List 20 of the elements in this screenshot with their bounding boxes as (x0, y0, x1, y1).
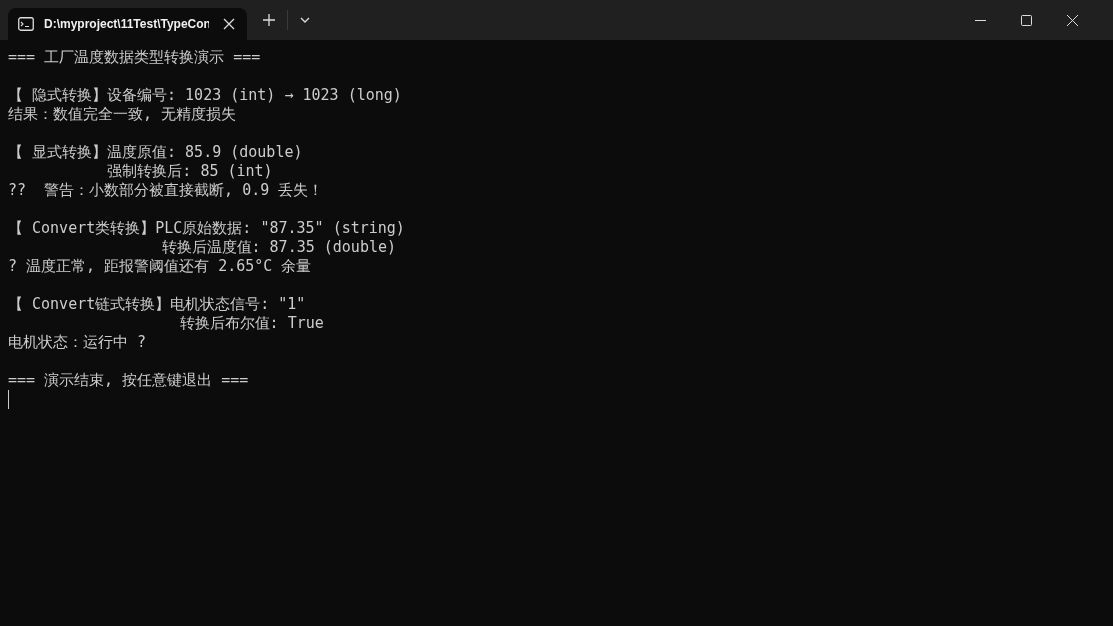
maximize-icon[interactable] (1021, 14, 1032, 26)
console-line: 【 Convert类转换】PLC原始数据: "87.35" (string) (8, 219, 405, 238)
console-line: ?? 警告：小数部分被直接截断, 0.9 丢失！ (8, 181, 324, 200)
terminal-icon (18, 17, 34, 31)
console-line: 转换后温度值: 87.35 (double) (160, 238, 396, 257)
chevron-down-icon[interactable] (300, 17, 310, 23)
console-line: === 工厂温度数据类型转换演示 === (8, 48, 261, 67)
console-line: 【 隐式转换】设备编号: 1023 (int) → 1023 (long) (8, 86, 402, 105)
close-icon[interactable] (223, 18, 235, 30)
console-line: === 演示结束, 按任意键退出 === (8, 371, 249, 390)
console-line: 【 显式转换】温度原值: 85.9 (double) (8, 143, 303, 162)
console-line: 转换后布尔值: True (178, 314, 324, 333)
console-line: 电机状态：运行中 ? (8, 333, 147, 352)
new-tab-icon[interactable] (263, 14, 275, 26)
console-line: 强制转换后: 85 (int) (106, 162, 273, 181)
close-icon[interactable] (1067, 14, 1078, 26)
text-cursor (8, 390, 9, 409)
console-line: 【 Convert链式转换】电机状态信号: "1" (8, 295, 306, 314)
console-line: 结果：数值完全一致, 无精度损失 (8, 105, 237, 124)
console-line: ? 温度正常, 距报警阈值还有 2.65°C 余量 (8, 257, 312, 276)
